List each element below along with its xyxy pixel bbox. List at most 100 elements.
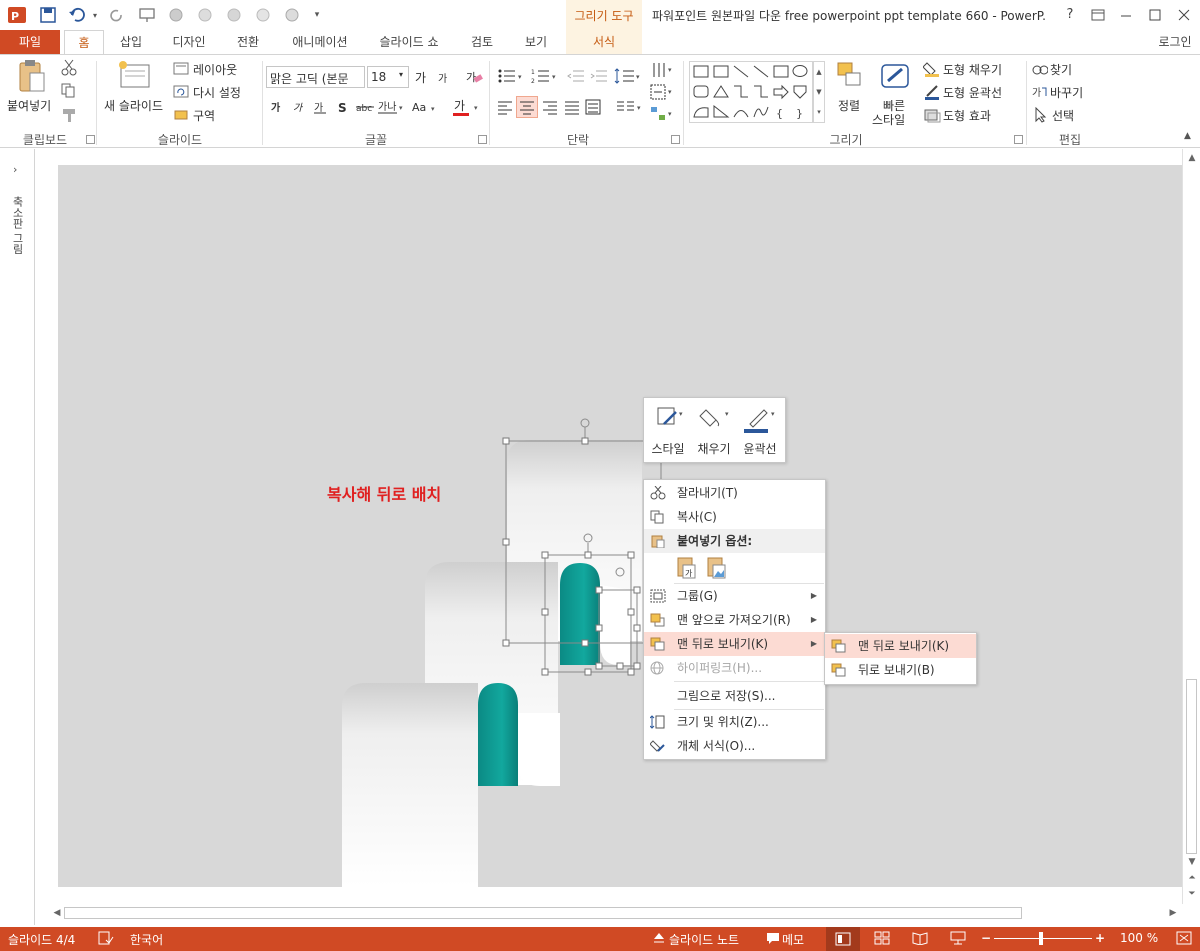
zoom-slider-track[interactable] — [994, 938, 1092, 939]
tab-insert[interactable]: 삽입 — [112, 30, 150, 54]
new-slide-button[interactable] — [115, 59, 155, 95]
columns-icon[interactable]: ▾ — [616, 99, 644, 115]
menu-item-group[interactable]: 그룹(G) ▶ — [644, 584, 825, 608]
select-button[interactable]: 선택 — [1052, 107, 1074, 124]
submenu-item-send-to-back[interactable]: 맨 뒤로 보내기(K) — [825, 634, 976, 658]
menu-item-size-position[interactable]: 크기 및 위치(Z)... — [644, 710, 825, 734]
arrange-button[interactable]: 정렬 — [838, 97, 860, 114]
tab-file[interactable]: 파일 — [0, 30, 60, 54]
underline-icon[interactable]: 가 — [313, 99, 327, 115]
close-icon[interactable] — [1170, 2, 1198, 28]
minimize-icon[interactable] — [1112, 2, 1140, 28]
tab-view[interactable]: 보기 — [516, 30, 556, 54]
section-button[interactable]: 구역 — [193, 107, 215, 124]
menu-item-cut[interactable]: 잘라내기(T) — [644, 481, 825, 505]
mini-style-button[interactable]: ▾ 스타일 — [646, 402, 690, 460]
increase-indent-icon[interactable] — [590, 67, 608, 85]
grow-font-icon[interactable]: 가 — [414, 67, 432, 85]
align-right-icon[interactable] — [542, 99, 558, 115]
reading-view-icon[interactable] — [912, 931, 928, 945]
horizontal-scroll-thumb[interactable] — [64, 907, 1022, 919]
slide-canvas[interactable] — [58, 165, 1182, 887]
help-button[interactable]: ? — [1056, 2, 1084, 28]
comments-icon[interactable] — [766, 931, 780, 945]
shape-effects-icon[interactable] — [923, 107, 941, 123]
justify-icon[interactable] — [564, 99, 580, 115]
horizontal-scrollbar[interactable]: ◀ ▶ — [48, 904, 1182, 922]
menu-item-send-to-back[interactable]: 맨 뒤로 보내기(K) ▶ — [644, 632, 825, 656]
shapes-gallery[interactable]: { } — [689, 61, 813, 123]
shadow-icon[interactable]: S — [336, 99, 350, 115]
next-slide-icon[interactable]: ⏷ — [1185, 887, 1199, 901]
language-indicator[interactable]: 한국어 — [130, 931, 163, 948]
menu-item-copy[interactable]: 복사(C) — [644, 505, 825, 529]
tab-format[interactable]: 서식 — [566, 30, 642, 54]
zoom-out-icon[interactable]: − — [981, 931, 991, 945]
slide-sorter-icon[interactable] — [874, 931, 890, 945]
presenter-icon[interactable] — [136, 4, 158, 26]
align-center-icon[interactable] — [516, 96, 538, 118]
align-left-icon[interactable] — [497, 99, 513, 115]
shape-icon-4[interactable] — [252, 4, 274, 26]
maximize-icon[interactable] — [1141, 2, 1169, 28]
scroll-left-icon[interactable]: ◀ — [50, 906, 64, 920]
paste-keep-text-button[interactable]: 가 — [674, 555, 700, 581]
notes-icon[interactable] — [652, 931, 666, 945]
scroll-right-icon[interactable]: ▶ — [1166, 906, 1180, 920]
menu-item-format-object[interactable]: 개체 서식(O)... — [644, 734, 825, 758]
replace-button[interactable]: 바꾸기 — [1050, 84, 1083, 101]
font-launcher-icon[interactable] — [478, 135, 487, 144]
tab-animations[interactable]: 애니메이션 — [283, 30, 357, 54]
mini-outline-button[interactable]: ▾ 윤곽선 — [738, 402, 782, 460]
zoom-level[interactable]: 100 % — [1120, 931, 1158, 945]
tab-slideshow[interactable]: 슬라이드 쇼 — [372, 30, 446, 54]
slideshow-icon[interactable] — [950, 931, 966, 945]
expand-pane-icon[interactable]: › — [13, 163, 17, 176]
comments-button[interactable]: 메모 — [782, 931, 804, 948]
login-link[interactable]: 로그인 — [1152, 30, 1198, 54]
shape-icon-2[interactable] — [194, 4, 216, 26]
shape-icon-3[interactable] — [223, 4, 245, 26]
text-direction-icon[interactable]: ▾ — [650, 61, 676, 79]
font-color-icon[interactable]: 가 ▾ — [452, 97, 482, 117]
bullets-icon[interactable]: ▾ — [497, 67, 527, 85]
zoom-slider-thumb[interactable] — [1039, 932, 1043, 945]
decrease-indent-icon[interactable] — [567, 67, 585, 85]
font-size-box[interactable]: 18 ▾ — [367, 66, 409, 88]
normal-view-button[interactable] — [826, 927, 860, 951]
zoom-in-icon[interactable]: + — [1095, 931, 1105, 945]
undo-dropdown-icon[interactable]: ▾ — [84, 4, 106, 26]
shape-icon-1[interactable] — [165, 4, 187, 26]
vertical-scrollbar[interactable]: ▲ ▼ ⏶ ⏷ — [1182, 149, 1200, 904]
drawing-launcher-icon[interactable] — [1014, 135, 1023, 144]
paste-picture-button[interactable] — [704, 555, 730, 581]
shrink-font-icon[interactable]: 가 — [436, 69, 452, 85]
clear-formatting-icon[interactable]: 가 — [465, 67, 483, 85]
copy-icon[interactable] — [61, 83, 81, 99]
find-button[interactable]: 찾기 — [1050, 61, 1072, 78]
mini-fill-button[interactable]: ▾ 채우기 — [692, 402, 736, 460]
tab-home[interactable]: 홈 — [64, 30, 104, 55]
shape-effects-button[interactable]: 도형 효과 — [943, 107, 991, 124]
submenu-item-send-backward[interactable]: 뒤로 보내기(B) — [825, 658, 976, 682]
smartart-icon[interactable]: ▾ — [650, 105, 676, 123]
save-icon[interactable] — [37, 4, 59, 26]
tab-design[interactable]: 디자인 — [164, 30, 214, 54]
collapse-ribbon-icon[interactable]: ▲ — [1184, 131, 1191, 141]
tab-transitions[interactable]: 전환 — [228, 30, 268, 54]
bold-icon[interactable]: 가 — [270, 99, 284, 115]
redo-icon[interactable] — [106, 4, 128, 26]
cut-icon[interactable] — [61, 59, 77, 77]
shape-outline-button[interactable]: 도형 윤곽선 — [943, 84, 1002, 101]
menu-item-save-as-picture[interactable]: 그림으로 저장(S)... — [644, 684, 825, 708]
distributed-icon[interactable] — [585, 99, 601, 115]
menu-item-bring-to-front[interactable]: 맨 앞으로 가져오기(R) ▶ — [644, 608, 825, 632]
layout-button[interactable]: 레이아웃 — [193, 61, 237, 78]
ribbon-display-icon[interactable] — [1084, 2, 1112, 28]
paper-shape-front[interactable] — [342, 683, 478, 887]
shape-fill-button[interactable]: 도형 채우기 — [943, 61, 1002, 78]
quick-styles-icon[interactable] — [880, 61, 910, 91]
format-painter-icon[interactable] — [61, 107, 79, 123]
customize-toolbar-icon[interactable]: ▾ — [306, 4, 328, 26]
clipboard-launcher-icon[interactable] — [86, 135, 95, 144]
